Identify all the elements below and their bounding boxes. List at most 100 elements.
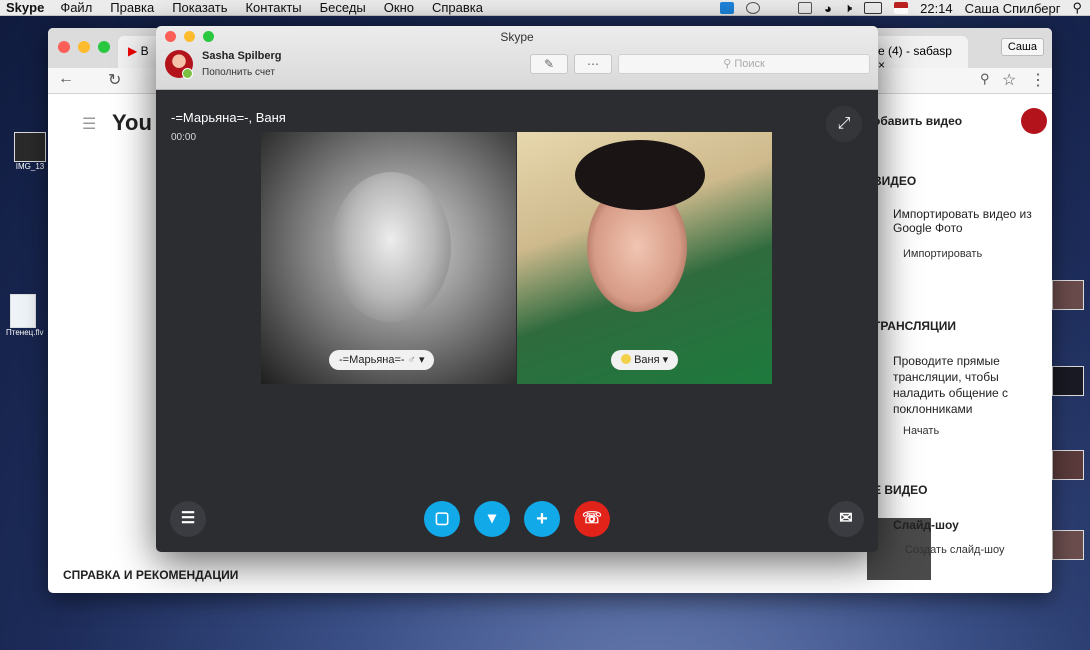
- online-status-icon: [182, 68, 193, 79]
- menu-bar: Skype Файл Правка Показать Контакты Бесе…: [0, 0, 1090, 16]
- mic-icon: ♂: [407, 354, 416, 366]
- desktop-icon-label: Птенец.flv: [6, 328, 44, 337]
- participant-face: [331, 172, 451, 322]
- reload-icon[interactable]: ↻: [108, 70, 121, 90]
- desktop-icon-photo-2[interactable]: [1052, 366, 1084, 396]
- menu-status-area: ◕ 🕨 22:14 Саша Спилберг ⚲: [720, 0, 1082, 16]
- youtube-favicon-icon: ▶: [128, 44, 138, 58]
- avatar[interactable]: [1021, 108, 1047, 134]
- new-conversation-button[interactable]: ✎: [530, 54, 568, 74]
- desktop-icon-flv[interactable]: Птенец.flv: [6, 294, 43, 337]
- call-menu-button[interactable]: ☰: [170, 501, 206, 537]
- end-call-button[interactable]: ☏: [574, 501, 610, 537]
- compose-icon: ✎: [543, 57, 555, 71]
- create-slideshow-button[interactable]: Создать слайд-шоу: [905, 544, 1004, 556]
- airplay-icon[interactable]: [798, 2, 813, 14]
- hamburger-icon[interactable]: ☰: [82, 114, 96, 134]
- menu-help[interactable]: Справка: [432, 0, 483, 15]
- chat-bubble-icon: ✉: [839, 510, 853, 527]
- desktop-icon-photo-4[interactable]: [1052, 530, 1084, 560]
- participant-name: Ваня: [634, 354, 660, 366]
- menu-view[interactable]: Показать: [172, 0, 227, 15]
- add-video-link[interactable]: обавить видео: [873, 114, 962, 128]
- close-window-button[interactable]: [58, 41, 70, 53]
- zoom-window-button[interactable]: [98, 41, 110, 53]
- microphone-icon: ▾: [487, 510, 497, 527]
- video-toggle-button[interactable]: ▢: [424, 501, 460, 537]
- minimize-window-button[interactable]: [78, 41, 90, 53]
- participant-video-2: Ваня ▾: [517, 132, 772, 384]
- participant-name-tag[interactable]: Ваня ▾: [611, 350, 679, 370]
- battery-icon[interactable]: [864, 2, 883, 14]
- chevron-down-icon: ▾: [418, 354, 425, 366]
- search-icon: ⚲: [723, 58, 732, 70]
- menu-contacts[interactable]: Контакты: [245, 0, 301, 15]
- skype-titlebar: Skype Sasha Spilberg Пополнить счет ✎ ⋯ …: [156, 26, 878, 90]
- volume-icon[interactable]: 🕨: [844, 0, 852, 16]
- skype-status-icon[interactable]: [720, 2, 735, 14]
- away-status-icon: [621, 354, 631, 364]
- image-thumbnail: [14, 132, 46, 162]
- zoom-icon[interactable]: ⚲: [980, 71, 990, 87]
- desktop-icon-photo-3[interactable]: [1052, 450, 1084, 480]
- plus-icon: +: [536, 508, 548, 530]
- wifi-icon[interactable]: ◕: [824, 1, 832, 16]
- image-thumbnail: [1052, 530, 1084, 560]
- participant-hair: [575, 140, 705, 210]
- participant-name-tag[interactable]: -=Марьяна=- ♂ ▾: [329, 350, 435, 370]
- chat-button[interactable]: ✉: [828, 501, 864, 537]
- hang-up-icon: ☏: [581, 510, 602, 527]
- fullscreen-button[interactable]: ⤢: [826, 106, 862, 142]
- current-user[interactable]: Саша Спилберг: [965, 1, 1061, 16]
- image-thumbnail: [1052, 366, 1084, 396]
- flv-file-icon: [10, 294, 36, 328]
- call-title: -=Марьяна=-, Ваня: [171, 110, 286, 125]
- browser-window-controls: [58, 41, 110, 53]
- search-input[interactable]: ⚲ Поиск: [618, 54, 870, 74]
- hamburger-icon: ☰: [180, 510, 196, 527]
- search-placeholder: Поиск: [734, 58, 765, 70]
- menu-conversations[interactable]: Беседы: [320, 0, 366, 15]
- help-footer-title[interactable]: СПРАВКА И РЕКОМЕНДАЦИИ: [63, 568, 238, 582]
- desktop-icon-label: IMG_13: [15, 162, 45, 171]
- slideshow-title: Слайд-шоу: [893, 518, 959, 532]
- desktop-icon-photo-1[interactable]: [1052, 280, 1084, 310]
- section-video-heading: ВИДЕО: [873, 174, 917, 188]
- profile-name[interactable]: Sasha Spilberg: [202, 50, 281, 62]
- live-description: Проводите прямые трансляции, чтобы налад…: [893, 354, 1009, 416]
- flag-icon[interactable]: [894, 2, 909, 14]
- import-title: Импортировать видео из Google Фото: [893, 207, 1032, 235]
- back-arrow-icon[interactable]: ←: [58, 70, 74, 88]
- add-participant-button[interactable]: +: [524, 501, 560, 537]
- start-live-button[interactable]: Начать: [903, 425, 939, 437]
- mute-button[interactable]: ▾: [474, 501, 510, 537]
- tab-title: e (4) - sабаsp: [878, 44, 952, 58]
- participant-video-1: -=Марьяна=- ♂ ▾: [261, 132, 516, 384]
- menu-file[interactable]: Файл: [60, 0, 92, 15]
- dial-pad-button[interactable]: ⋯: [574, 54, 612, 74]
- image-thumbnail: [1052, 450, 1084, 480]
- browser-tab-active[interactable]: e (4) - sабаsp ×: [868, 36, 968, 72]
- chevron-down-icon: ▾: [662, 354, 669, 366]
- window-title: Skype: [500, 30, 534, 44]
- section-live-heading: ТРАНСЛЯЦИИ: [873, 319, 957, 333]
- participant-name: -=Марьяна=-: [339, 354, 405, 366]
- dialpad-icon: ⋯: [587, 57, 599, 71]
- menu-edit[interactable]: Правка: [110, 0, 154, 15]
- clock[interactable]: 22:14: [920, 1, 953, 16]
- video-off-icon: ▢: [434, 510, 450, 527]
- profile-button[interactable]: Саша: [1000, 38, 1044, 56]
- add-credit-link[interactable]: Пополнить счет: [202, 67, 275, 78]
- bookmark-star-icon[interactable]: ☆: [1002, 70, 1016, 90]
- menu-app-name[interactable]: Skype: [6, 0, 44, 15]
- skype-window: Skype Sasha Spilberg Пополнить счет ✎ ⋯ …: [156, 26, 878, 552]
- spotlight-search-icon[interactable]: ⚲: [1072, 0, 1082, 16]
- call-timer: 00:00: [171, 132, 197, 143]
- menu-dots-icon[interactable]: ⋮: [1030, 70, 1046, 90]
- section-create-heading: Е ВИДЕО: [873, 483, 928, 497]
- desktop-icon-img[interactable]: IMG_13: [14, 132, 46, 171]
- menu-window[interactable]: Окно: [384, 0, 414, 15]
- check-icon[interactable]: [746, 2, 761, 14]
- import-button[interactable]: Импортировать: [903, 248, 982, 260]
- youtube-logo[interactable]: You: [112, 110, 152, 136]
